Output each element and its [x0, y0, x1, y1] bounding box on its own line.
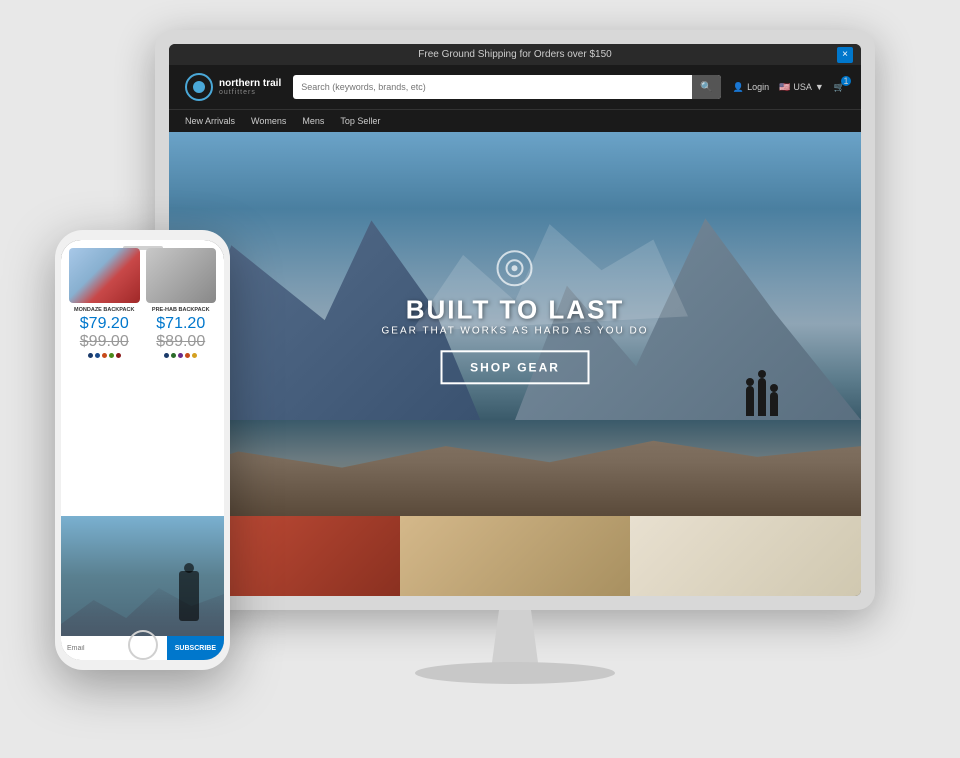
backpack-2-image	[146, 248, 217, 303]
figure-2	[758, 378, 766, 416]
color-dot[interactable]	[164, 353, 169, 358]
flag-icon: 🇺🇸	[779, 82, 790, 93]
login-link[interactable]: 👤 Login	[733, 82, 769, 93]
bottom-panels	[169, 516, 861, 596]
cart-icon[interactable]: 🛒 1	[834, 82, 845, 93]
product-2-price: $71.20 $89.00	[146, 315, 217, 351]
color-dot[interactable]	[95, 353, 100, 358]
backpack-1-image	[69, 248, 140, 303]
figure-1	[746, 386, 754, 416]
search-button[interactable]: 🔍	[692, 75, 720, 99]
announcement-bar: Free Ground Shipping for Orders over $15…	[169, 44, 861, 65]
product-1-price-old: $99.00	[80, 333, 129, 350]
phone: MONDAZE BACKPACK $79.20 $99.00	[55, 230, 230, 670]
user-icon: 👤	[733, 82, 744, 93]
chevron-down-icon: ▼	[815, 82, 824, 92]
region-selector[interactable]: 🇺🇸 USA ▼	[779, 82, 824, 93]
phone-hero	[61, 516, 224, 636]
hero-figures	[746, 378, 778, 416]
phone-home-button[interactable]	[128, 630, 158, 660]
logo-text: northern trail outfitters	[219, 78, 281, 96]
product-1-price: $79.20 $99.00	[69, 315, 140, 351]
monitor-stand-base	[415, 662, 615, 684]
phone-screen: MONDAZE BACKPACK $79.20 $99.00	[61, 240, 224, 660]
hero-logo-circle	[497, 250, 533, 286]
hero-text: BUILT TO LAST GEAR THAT WORKS AS HARD AS…	[382, 250, 649, 384]
site-header: northern trail outfitters 🔍 👤 Login	[169, 65, 861, 109]
color-dot[interactable]	[102, 353, 107, 358]
shop-gear-button[interactable]: SHOP GEAR	[440, 350, 590, 384]
product-2-colors	[146, 353, 217, 358]
product-1-name: MONDAZE BACKPACK	[69, 307, 140, 313]
announcement-close-button[interactable]: ×	[837, 47, 853, 63]
hero-logo-inner	[506, 259, 524, 277]
logo-icon	[185, 73, 213, 101]
cart-badge: 1	[841, 76, 851, 86]
monitor-screen: Free Ground Shipping for Orders over $15…	[169, 44, 861, 596]
monitor-frame: Free Ground Shipping for Orders over $15…	[155, 30, 875, 610]
header-actions: 👤 Login 🇺🇸 USA ▼ 🛒 1	[733, 82, 845, 93]
color-dot[interactable]	[178, 353, 183, 358]
announcement-text: Free Ground Shipping for Orders over $15…	[418, 49, 611, 60]
nav-womens[interactable]: Womens	[251, 110, 286, 132]
panel-2	[400, 516, 631, 596]
nav-top-seller[interactable]: Top Seller	[340, 110, 380, 132]
phone-frame: MONDAZE BACKPACK $79.20 $99.00	[55, 230, 230, 670]
monitor-stand-neck	[475, 610, 555, 670]
logo-area: northern trail outfitters	[185, 73, 281, 101]
site-nav: New Arrivals Womens Mens Top Seller	[169, 109, 861, 132]
figure-3	[770, 392, 778, 416]
search-input[interactable]	[293, 82, 692, 92]
color-dot[interactable]	[185, 353, 190, 358]
search-bar: 🔍	[293, 75, 721, 99]
product-card-1: MONDAZE BACKPACK $79.20 $99.00	[69, 248, 140, 358]
products-row: MONDAZE BACKPACK $79.20 $99.00	[61, 240, 224, 366]
phone-subscribe-button[interactable]: SUBSCRIBE	[167, 636, 224, 660]
logo-sub: outfitters	[219, 89, 281, 96]
browser-content: Free Ground Shipping for Orders over $15…	[169, 44, 861, 596]
product-2-price-new: $71.20	[156, 315, 205, 332]
color-dot[interactable]	[171, 353, 176, 358]
logo-name: northern trail	[219, 78, 281, 89]
color-dot[interactable]	[88, 353, 93, 358]
nav-new-arrivals[interactable]: New Arrivals	[185, 110, 235, 132]
hero-section: BUILT TO LAST GEAR THAT WORKS AS HARD AS…	[169, 132, 861, 516]
product-1-price-new: $79.20	[80, 315, 129, 332]
product-2-price-old: $89.00	[156, 333, 205, 350]
nav-mens[interactable]: Mens	[302, 110, 324, 132]
color-dot[interactable]	[109, 353, 114, 358]
scene: Free Ground Shipping for Orders over $15…	[0, 0, 960, 758]
hero-title: BUILT TO LAST	[382, 294, 649, 325]
panel-3	[630, 516, 861, 596]
phone-products: MONDAZE BACKPACK $79.20 $99.00	[61, 240, 224, 516]
product-card-2: PRE-HAB BACKPACK $71.20 $89.00	[146, 248, 217, 358]
color-dot[interactable]	[116, 353, 121, 358]
phone-hero-figure	[179, 571, 199, 621]
phone-mountain-bg	[61, 576, 224, 636]
hero-subtitle: GEAR THAT WORKS AS HARD AS YOU DO	[382, 325, 649, 336]
monitor: Free Ground Shipping for Orders over $15…	[155, 30, 875, 690]
color-dot[interactable]	[192, 353, 197, 358]
product-1-colors	[69, 353, 140, 358]
product-2-name: PRE-HAB BACKPACK	[146, 307, 217, 313]
